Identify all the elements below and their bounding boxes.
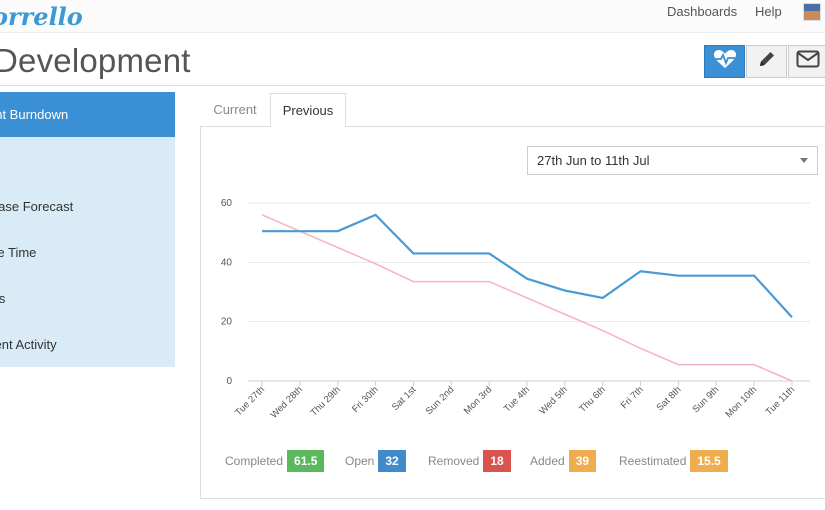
stat-badge-removed: 18 <box>483 450 511 472</box>
stat-badge-open: 32 <box>378 450 406 472</box>
ideal-series-line <box>261 214 793 382</box>
x-tick-label: Sun 2nd <box>424 384 457 417</box>
x-tick-label: Tue 11th <box>764 384 798 418</box>
x-tick-label: Tue 27th <box>233 384 267 418</box>
stat-badge-reestimated: 15.5 <box>690 450 728 472</box>
x-tick-label: Fri 7th <box>619 384 646 411</box>
x-tick-label: Wed 5th <box>537 384 570 417</box>
y-tick-label: 60 <box>221 198 233 209</box>
stat-removed: Removed 18 <box>428 450 511 472</box>
x-tick-label: Tue 4th <box>502 384 532 414</box>
y-tick-label: 20 <box>221 317 233 328</box>
x-tick-label: Wed 28th <box>269 384 305 420</box>
x-tick-label: Mon 3rd <box>462 384 494 416</box>
stat-label: Removed <box>428 454 480 468</box>
x-tick-label: Thu 29th <box>309 384 343 418</box>
stat-label: Completed <box>225 454 284 468</box>
stat-label: Reestimated <box>619 454 687 468</box>
x-tick-label: Fri 30th <box>350 384 381 415</box>
stat-added: Added 39 <box>530 450 597 472</box>
stat-badge-added: 39 <box>568 450 597 472</box>
stat-completed: Completed 61.5 <box>225 450 325 472</box>
x-tick-label: Sat 1st <box>390 384 419 413</box>
stat-reestimated: Reestimated 15.5 <box>619 450 728 472</box>
stat-label: Added <box>530 454 565 468</box>
y-tick-label: 0 <box>226 376 232 387</box>
x-tick-label: Sat 8th <box>654 384 683 413</box>
x-tick-label: Mon 10th <box>723 384 759 420</box>
stat-open: Open 32 <box>345 450 406 472</box>
x-tick-label: Sun 9th <box>690 384 721 415</box>
stat-badge-completed: 61.5 <box>287 450 325 472</box>
burndown-chart: 0 20 40 60 Tue 27th Wed 28th Thu 29th Fri 30th S… <box>221 198 810 421</box>
stat-label: Open <box>345 454 375 468</box>
y-tick-label: 40 <box>221 257 233 268</box>
actual-series-line <box>262 213 793 318</box>
x-tick-label: Thu 6th <box>577 384 608 415</box>
